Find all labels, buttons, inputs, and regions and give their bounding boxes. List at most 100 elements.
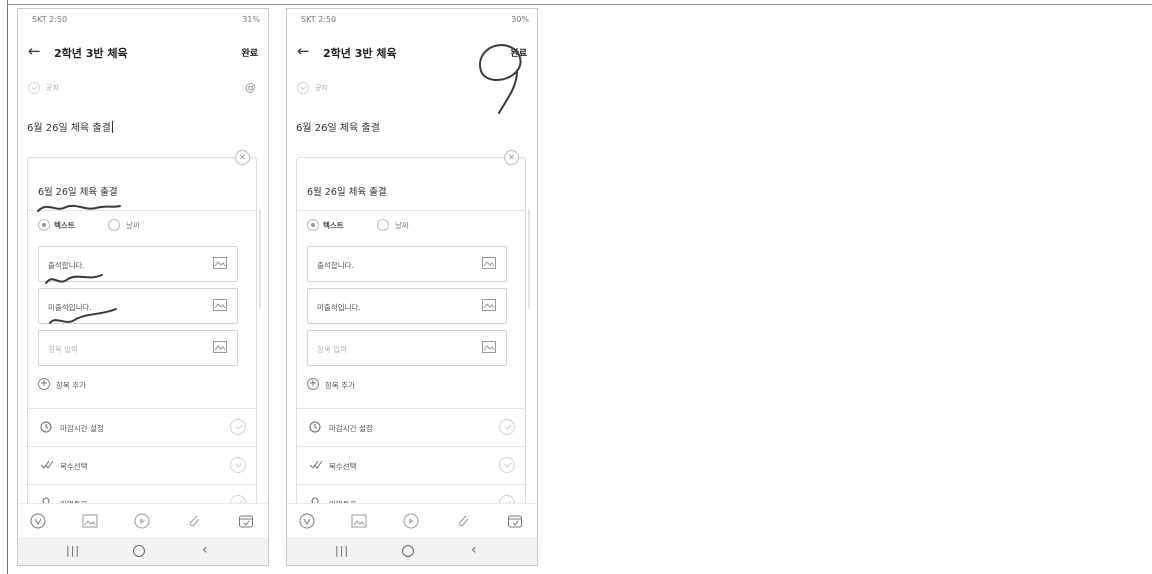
divider [297, 210, 525, 211]
done-button[interactable]: 완료 [241, 46, 258, 59]
scrollbar[interactable] [259, 209, 261, 309]
image-icon[interactable] [213, 257, 227, 269]
check-icon[interactable] [230, 419, 246, 435]
back-icon[interactable]: ‹ [202, 542, 208, 558]
arrow-left-icon[interactable]: ← [297, 42, 310, 60]
attach-icon[interactable] [186, 513, 202, 529]
image-icon[interactable] [482, 341, 496, 353]
notice-checkbox[interactable] [297, 82, 309, 94]
image-icon[interactable] [482, 299, 496, 311]
status-battery: 31% [242, 15, 260, 24]
bottom-toolbar [18, 503, 268, 537]
status-carrier-time: SKT 2:50 [32, 15, 68, 24]
arrow-left-icon[interactable]: ← [28, 42, 41, 60]
option-field[interactable]: 출석합니다. [38, 246, 238, 282]
option-field[interactable]: 미출석입니다. [307, 288, 507, 324]
image-icon[interactable] [482, 257, 496, 269]
frame-border-left [7, 0, 8, 574]
attach-icon[interactable] [455, 513, 471, 529]
phone-screen-2: SKT 2:50 30% ← 2학년 3반 체육 완료 공지 6월 26일 체육… [286, 8, 538, 566]
option-field-empty[interactable]: 항목 입력 [307, 330, 507, 366]
post-title-input[interactable]: 6월 26일 체육 출결 [296, 119, 380, 134]
post-title-input[interactable]: 6월 26일 체육 출결 [27, 119, 113, 134]
image-icon[interactable] [351, 513, 367, 529]
status-battery: 30% [511, 15, 529, 24]
plus-circle-icon: + [307, 378, 319, 390]
close-icon[interactable]: ✕ [504, 150, 519, 165]
check-icon[interactable] [499, 457, 515, 473]
home-icon[interactable] [133, 545, 145, 557]
calendar-icon[interactable] [507, 513, 523, 529]
option-placeholder: 항목 입력 [48, 345, 78, 354]
post-title-text: 6월 26일 체육 출결 [27, 123, 111, 134]
option-text: 출석합니다. [317, 261, 354, 270]
radio-date[interactable] [108, 219, 120, 231]
vote-type-row: 텍스트 날짜 [38, 218, 238, 234]
system-nav-bar: ||| ‹ [18, 537, 268, 565]
app-bar: ← 2학년 3반 체육 완료 [287, 39, 537, 65]
status-bar: SKT 2:50 30% [287, 9, 537, 31]
status-carrier-time: SKT 2:50 [301, 15, 337, 24]
clock-icon [309, 421, 321, 433]
back-icon[interactable]: ‹ [471, 542, 477, 558]
notice-row: 공지 [287, 81, 537, 97]
notice-label: 공지 [46, 84, 59, 92]
setting-deadline[interactable]: 마감시간 설정 [297, 408, 525, 446]
vote-icon[interactable] [299, 513, 315, 529]
vote-title[interactable]: 6월 26일 체육 출결 [38, 184, 118, 198]
check-icon[interactable] [499, 419, 515, 435]
video-icon[interactable] [403, 513, 419, 529]
recent-apps-icon[interactable]: ||| [335, 544, 349, 557]
option-text: 미출석입니다. [317, 303, 361, 312]
calendar-icon[interactable] [238, 513, 254, 529]
setting-deadline[interactable]: 마감시간 설정 [28, 408, 256, 446]
setting-multiple[interactable]: 복수선택 [297, 446, 525, 484]
setting-label: 복수선택 [60, 462, 88, 471]
page-title: 2학년 3반 체육 [54, 47, 128, 60]
system-nav-bar: ||| ‹ [287, 537, 537, 565]
option-placeholder: 항목 입력 [317, 345, 347, 354]
double-check-icon [309, 460, 323, 469]
option-text: 출석합니다. [48, 261, 85, 270]
setting-label: 마감시간 설정 [60, 424, 104, 433]
option-field[interactable]: 출석합니다. [307, 246, 507, 282]
post-title-text: 6월 26일 체육 출결 [296, 123, 380, 134]
image-icon[interactable] [213, 341, 227, 353]
setting-multiple[interactable]: 복수선택 [28, 446, 256, 484]
notice-row: 공지 @ [18, 81, 268, 97]
notice-checkbox[interactable] [28, 82, 40, 94]
app-bar: ← 2학년 3반 체육 완료 [18, 39, 268, 65]
setting-label: 복수선택 [329, 462, 357, 471]
scrollbar[interactable] [528, 209, 530, 309]
check-icon[interactable] [230, 457, 246, 473]
option-field-empty[interactable]: 항목 입력 [38, 330, 238, 366]
add-option-label: 항목 추가 [325, 381, 355, 390]
radio-date-label: 날짜 [126, 221, 140, 230]
vote-title[interactable]: 6월 26일 체육 출결 [307, 184, 387, 198]
recent-apps-icon[interactable]: ||| [66, 544, 80, 557]
radio-text-label: 텍스트 [54, 221, 75, 230]
phone-screen-1: SKT 2:50 31% ← 2학년 3반 체육 완료 공지 @ 6월 26일 … [17, 8, 269, 566]
bottom-toolbar [287, 503, 537, 537]
radio-date-label: 날짜 [395, 221, 409, 230]
add-option-label: 항목 추가 [56, 381, 86, 390]
close-icon[interactable]: ✕ [235, 150, 250, 165]
option-field[interactable]: 미출석입니다. [38, 288, 238, 324]
image-icon[interactable] [213, 299, 227, 311]
page-title: 2학년 3반 체육 [323, 47, 397, 60]
clock-icon [40, 421, 52, 433]
radio-text[interactable] [38, 219, 50, 231]
vote-type-row: 텍스트 날짜 [307, 218, 507, 234]
vote-card: ✕ 6월 26일 체육 출결 텍스트 날짜 출석합니다. 미출석입니다. 항목 … [296, 150, 526, 517]
option-text: 미출석입니다. [48, 303, 92, 312]
frame-border-top [7, 4, 1152, 5]
image-icon[interactable] [82, 513, 98, 529]
video-icon[interactable] [134, 513, 150, 529]
home-icon[interactable] [402, 545, 414, 557]
radio-date[interactable] [377, 219, 389, 231]
vote-icon[interactable] [30, 513, 46, 529]
done-button[interactable]: 완료 [510, 46, 527, 59]
at-icon[interactable]: @ [245, 81, 256, 94]
radio-text[interactable] [307, 219, 319, 231]
divider [28, 210, 256, 211]
